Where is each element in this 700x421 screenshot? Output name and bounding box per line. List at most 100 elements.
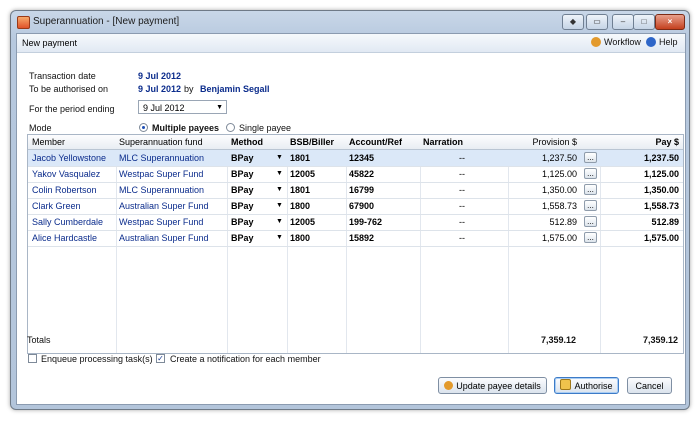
title-bar[interactable]: Superannuation - [New payment] ◆ ▭ – □ ×: [11, 11, 689, 33]
col-bsb[interactable]: BSB/Biller: [290, 137, 334, 147]
authorise-date-value: 9 Jul 2012: [138, 84, 182, 94]
account-cell: 67900: [349, 201, 375, 211]
provision-details-button[interactable]: ...: [584, 168, 597, 179]
chevron-down-icon[interactable]: ▼: [276, 218, 283, 225]
method-cell[interactable]: BPay: [231, 233, 254, 243]
narration-cell: --: [459, 185, 465, 195]
chevron-down-icon[interactable]: ▼: [276, 186, 283, 193]
member-cell: Sally Cumberdale: [32, 217, 104, 227]
narration-cell: --: [459, 169, 465, 179]
cancel-button[interactable]: Cancel: [627, 377, 672, 394]
col-member[interactable]: Member: [32, 137, 65, 147]
multiple-payees-radio[interactable]: [139, 123, 148, 132]
chevron-down-icon: ▼: [216, 104, 223, 111]
account-cell: 45822: [349, 169, 375, 179]
pay-cell: 512.89: [651, 217, 679, 227]
col-account[interactable]: Account/Ref: [349, 137, 402, 147]
col-method[interactable]: Method: [231, 137, 263, 147]
col-provision[interactable]: Provision $: [511, 137, 577, 147]
enqueue-checkbox[interactable]: [28, 354, 37, 363]
bsb-cell: 1801: [290, 185, 311, 195]
account-cell: 16799: [349, 185, 375, 195]
table-row[interactable]: Alice Hardcastle Australian Super Fund BPa…: [28, 230, 683, 247]
authorise-date-label: To be authorised on: [29, 84, 109, 94]
member-cell: Clark Green: [32, 201, 81, 211]
narration-cell: --: [459, 233, 465, 243]
bsb-cell: 1800: [290, 201, 311, 211]
workflow-label: Workflow: [604, 37, 641, 47]
provision-cell: 512.89: [549, 217, 577, 227]
chevron-down-icon[interactable]: ▼: [276, 234, 283, 241]
multiple-payees-label[interactable]: Multiple payees: [152, 123, 219, 133]
chevron-down-icon[interactable]: ▼: [276, 154, 283, 161]
fund-cell: Westpac Super Fund: [119, 217, 204, 227]
provision-details-button[interactable]: ...: [584, 200, 597, 211]
close-button[interactable]: ×: [655, 14, 685, 30]
bsb-cell: 12005: [290, 217, 316, 227]
method-cell[interactable]: BPay: [231, 217, 254, 227]
fund-cell: Westpac Super Fund: [119, 169, 204, 179]
provision-details-button[interactable]: ...: [584, 184, 597, 195]
col-fund[interactable]: Superannuation fund: [119, 137, 203, 147]
app-icon: [17, 16, 30, 29]
period-ending-value: 9 Jul 2012: [143, 103, 185, 113]
restore-window-button[interactable]: ▭: [586, 14, 608, 30]
provision-details-button[interactable]: ...: [584, 232, 597, 243]
pay-cell: 1,350.00: [643, 185, 679, 195]
provision-details-button[interactable]: ...: [584, 216, 597, 227]
payees-grid: Member Superannuation fund Method BSB/Bi…: [27, 134, 684, 354]
member-cell: Yakov Vasqualez: [32, 169, 101, 179]
narration-cell: --: [459, 201, 465, 211]
table-row[interactable]: Colin Robertson MLC Superannuation BPay 180…: [28, 182, 683, 199]
table-row[interactable]: Sally Cumberdale Westpac Super Fund BPay 12…: [28, 214, 683, 231]
update-payee-details-button[interactable]: Update payee details: [438, 377, 547, 394]
provision-cell: 1,125.00: [541, 169, 577, 179]
chevron-down-icon[interactable]: ▼: [276, 202, 283, 209]
totals-label: Totals: [27, 335, 51, 345]
by-label: by: [184, 84, 194, 94]
member-cell: Jacob Yellowstone: [32, 153, 107, 163]
pay-cell: 1,237.50: [643, 153, 679, 163]
enqueue-label[interactable]: Enqueue processing task(s): [41, 354, 153, 364]
notify-checkbox[interactable]: ✓: [156, 354, 165, 363]
single-payee-radio[interactable]: [226, 123, 235, 132]
col-pay[interactable]: Pay $: [603, 137, 679, 147]
period-ending-select[interactable]: 9 Jul 2012 ▼: [138, 100, 227, 114]
header-bar: New payment Workflow Help: [17, 34, 685, 53]
authorise-label: Authorise: [574, 381, 613, 391]
method-cell[interactable]: BPay: [231, 169, 254, 179]
transaction-date-value: 9 Jul 2012: [138, 71, 182, 81]
method-cell[interactable]: BPay: [231, 185, 254, 195]
authoriser-link[interactable]: Benjamin Segall: [200, 84, 270, 94]
chevron-down-icon[interactable]: ▼: [276, 170, 283, 177]
account-cell: 15892: [349, 233, 375, 243]
minimize-button[interactable]: –: [612, 14, 634, 30]
bsb-cell: 1801: [290, 153, 311, 163]
user-icon: [444, 381, 454, 390]
bsb-cell: 12005: [290, 169, 316, 179]
provision-details-button[interactable]: ...: [584, 152, 597, 163]
narration-cell: --: [459, 153, 465, 163]
table-row[interactable]: Jacob Yellowstone MLC Superannuation BPay 1…: [28, 150, 683, 167]
authorise-button[interactable]: Authorise: [554, 377, 619, 394]
table-row[interactable]: Yakov Vasqualez Westpac Super Fund BPay 120…: [28, 166, 683, 183]
help-icon: [646, 37, 656, 47]
pay-cell: 1,125.00: [643, 169, 679, 179]
help-link[interactable]: Help: [646, 37, 678, 47]
narration-cell: --: [459, 217, 465, 227]
col-narration[interactable]: Narration: [423, 137, 463, 147]
member-cell: Colin Robertson: [32, 185, 97, 195]
maximize-button[interactable]: □: [633, 14, 655, 30]
extra-window-button[interactable]: ◆: [562, 14, 584, 30]
method-cell[interactable]: BPay: [231, 201, 254, 211]
method-cell[interactable]: BPay: [231, 153, 254, 163]
notify-label[interactable]: Create a notification for each member: [170, 354, 321, 364]
provision-cell: 1,350.00: [541, 185, 577, 195]
table-row[interactable]: Clark Green Australian Super Fund BPay 1800…: [28, 198, 683, 215]
single-payee-label[interactable]: Single payee: [239, 123, 291, 133]
total-provision: 7,359.12: [540, 335, 576, 345]
total-pay: 7,359.12: [642, 335, 678, 345]
help-label: Help: [659, 37, 678, 47]
workflow-link[interactable]: Workflow: [591, 37, 641, 47]
account-cell: 12345: [349, 153, 375, 163]
